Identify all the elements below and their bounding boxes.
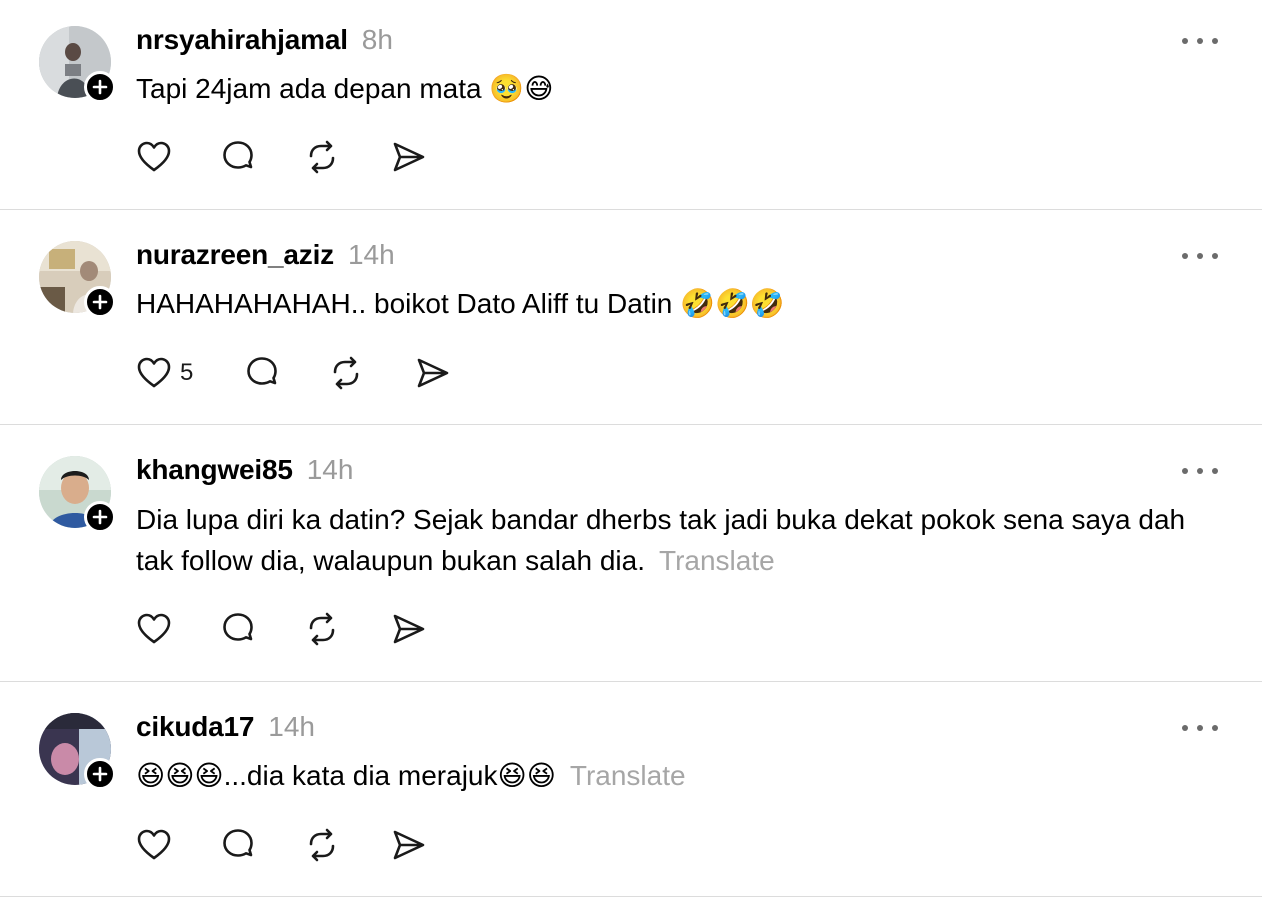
avatar-container[interactable]: [39, 456, 116, 533]
repost-button[interactable]: [304, 825, 390, 865]
repost-arrows-icon: [309, 140, 335, 174]
more-options-button[interactable]: [1182, 250, 1218, 262]
repost-button[interactable]: [304, 137, 390, 177]
send-paper-plane-icon: [393, 142, 425, 172]
more-options-button[interactable]: [1182, 35, 1218, 47]
avatar-container[interactable]: [39, 26, 116, 103]
reply-button[interactable]: [244, 353, 328, 393]
like-count: 5: [180, 359, 194, 386]
send-paper-plane-icon: [417, 358, 449, 388]
more-options-button[interactable]: [1182, 722, 1218, 734]
follow-plus-button[interactable]: [84, 286, 116, 318]
comment-bubble-icon: [223, 613, 253, 641]
more-horizontal-icon: [1182, 468, 1188, 474]
heart-icon: [137, 141, 171, 172]
post-actions: [136, 609, 430, 649]
post-header: nurazreen_aziz 14h: [136, 239, 395, 271]
avatar-container[interactable]: [39, 241, 116, 318]
plus-icon: [92, 79, 108, 95]
reply-button[interactable]: [220, 609, 304, 649]
translate-link[interactable]: Translate: [570, 760, 686, 791]
share-button[interactable]: [390, 609, 430, 649]
reply-button[interactable]: [220, 137, 304, 177]
username-link[interactable]: nurazreen_aziz: [136, 239, 334, 271]
post-text-content: ...dia kata dia merajuk: [223, 760, 498, 791]
repost-button[interactable]: [304, 609, 390, 649]
more-horizontal-icon: [1182, 253, 1188, 259]
heart-icon: [137, 829, 171, 860]
username-link[interactable]: khangwei85: [136, 454, 293, 486]
send-paper-plane-icon: [393, 830, 425, 860]
follow-plus-button[interactable]: [84, 758, 116, 790]
thread-post: nrsyahirahjamal 8h Tapi 24jam ada depan …: [0, 0, 1262, 210]
thread-post: cikuda17 14h 😆😆😆...dia kata dia merajuk😆…: [0, 682, 1262, 897]
post-text: Tapi 24jam ada depan mata 🥹😅: [136, 68, 1226, 109]
translate-link[interactable]: Translate: [659, 545, 775, 576]
more-horizontal-icon: [1182, 725, 1188, 731]
post-actions: 5: [136, 353, 454, 393]
post-header: khangwei85 14h: [136, 454, 353, 486]
post-text: Dia lupa diri ka datin? Sejak bandar dhe…: [136, 499, 1226, 581]
share-button[interactable]: [390, 137, 430, 177]
comment-bubble-icon: [247, 357, 277, 385]
share-button[interactable]: [390, 825, 430, 865]
post-text: 😆😆😆...dia kata dia merajuk😆😆 Translate: [136, 755, 1226, 796]
comment-bubble-icon: [223, 829, 253, 857]
like-button[interactable]: [136, 609, 220, 649]
post-emoji: 😆😆: [497, 760, 556, 791]
post-timestamp: 14h: [268, 711, 315, 742]
post-emoji-lead: 😆😆😆: [136, 760, 224, 791]
plus-icon: [92, 294, 108, 310]
thread-post: nurazreen_aziz 14h HAHAHAHAHAH.. boikot …: [0, 210, 1262, 425]
post-header: nrsyahirahjamal 8h: [136, 24, 393, 56]
reply-button[interactable]: [220, 825, 304, 865]
post-timestamp: 14h: [306, 454, 354, 485]
post-emoji: 🤣🤣🤣: [680, 288, 785, 319]
comment-bubble-icon: [223, 141, 253, 169]
more-horizontal-icon: [1182, 38, 1188, 44]
post-actions: [136, 137, 430, 177]
heart-icon: [137, 613, 171, 644]
heart-icon: [137, 357, 171, 388]
like-button[interactable]: [136, 825, 220, 865]
repost-arrows-icon: [309, 612, 335, 646]
repost-arrows-icon: [309, 828, 335, 862]
plus-icon: [92, 766, 108, 782]
repost-button[interactable]: [328, 353, 414, 393]
more-options-button[interactable]: [1182, 465, 1218, 477]
plus-icon: [92, 509, 108, 525]
like-button[interactable]: 5: [136, 353, 244, 393]
thread-post: khangwei85 14h Dia lupa diri ka datin? S…: [0, 425, 1262, 682]
post-text: HAHAHAHAHAH.. boikot Dato Aliff tu Datin…: [136, 283, 1226, 324]
username-link[interactable]: nrsyahirahjamal: [136, 24, 348, 56]
post-actions: [136, 825, 430, 865]
follow-plus-button[interactable]: [84, 71, 116, 103]
post-text-content: Tapi 24jam ada depan mata: [136, 73, 490, 104]
username-link[interactable]: cikuda17: [136, 711, 254, 743]
post-text-content: HAHAHAHAHAH.. boikot Dato Aliff tu Datin: [136, 288, 681, 319]
follow-plus-button[interactable]: [84, 501, 116, 533]
send-paper-plane-icon: [393, 614, 425, 644]
post-header: cikuda17 14h: [136, 711, 315, 743]
repost-arrows-icon: [333, 356, 359, 390]
like-button[interactable]: [136, 137, 220, 177]
post-emoji: 🥹😅: [489, 73, 554, 104]
post-timestamp: 8h: [361, 24, 393, 55]
avatar-container[interactable]: [39, 713, 116, 790]
share-button[interactable]: [414, 353, 454, 393]
post-timestamp: 14h: [347, 239, 395, 270]
